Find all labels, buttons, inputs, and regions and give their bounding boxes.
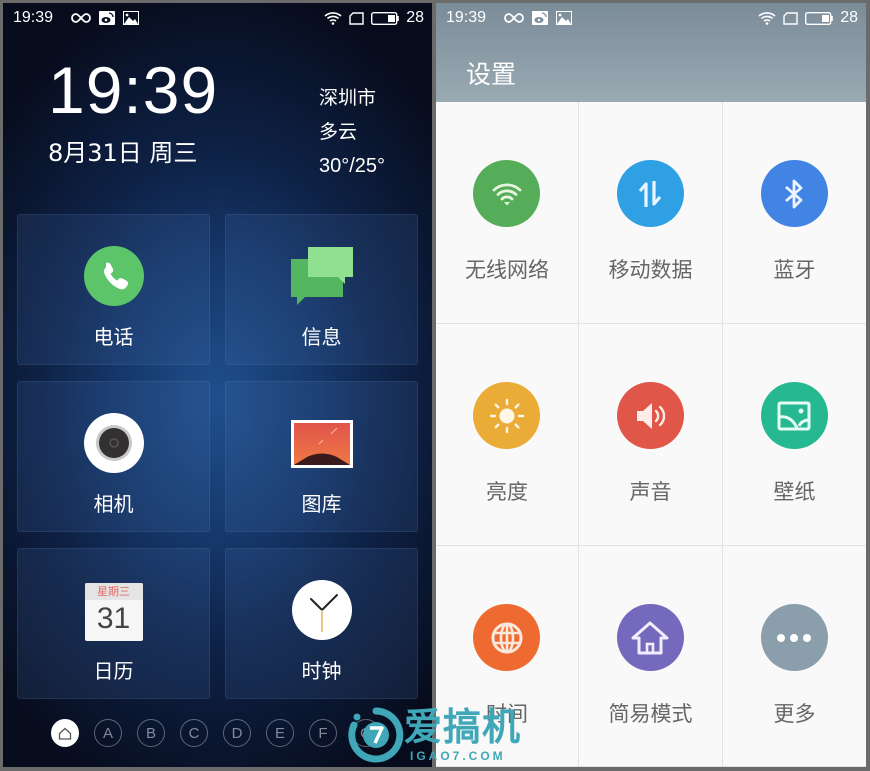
setting-label: 移动数据 bbox=[608, 258, 693, 282]
pager-page-e[interactable]: E bbox=[266, 719, 294, 747]
app-tile-gallery[interactable]: 图库 bbox=[225, 381, 418, 532]
app-label: 日历 bbox=[93, 659, 134, 683]
home-screen: 19:39 28 19:39 8月31日 周三 深圳市 多云 30°/25° 电… bbox=[3, 3, 432, 767]
message-icon bbox=[290, 245, 353, 307]
phone-icon bbox=[83, 245, 145, 307]
sound-icon bbox=[616, 382, 684, 449]
app-label: 时钟 bbox=[301, 659, 342, 683]
wifi-icon bbox=[758, 11, 776, 25]
battery-level: 28 bbox=[840, 9, 858, 26]
weather-city: 深圳市 bbox=[319, 87, 377, 109]
battery-level: 28 bbox=[406, 9, 424, 26]
setting-easy-mode[interactable]: 简易模式 bbox=[579, 546, 723, 767]
mobile-data-icon bbox=[616, 160, 684, 227]
wallpaper-icon bbox=[760, 382, 828, 449]
globe-icon bbox=[473, 604, 540, 671]
status-bar: 19:39 28 bbox=[436, 3, 866, 33]
home-icon bbox=[616, 604, 684, 671]
setting-more[interactable]: 更多 bbox=[723, 546, 866, 767]
infinity-icon bbox=[504, 12, 524, 24]
pager-page-b[interactable]: B bbox=[137, 719, 165, 747]
app-tile-clock[interactable]: 时钟 bbox=[225, 548, 418, 699]
pager-page-d[interactable]: D bbox=[223, 719, 251, 747]
infinity-icon bbox=[71, 12, 91, 24]
status-time: 19:39 bbox=[13, 9, 54, 26]
brightness-icon bbox=[473, 382, 540, 449]
pager-page-g[interactable]: G bbox=[352, 719, 380, 747]
sim-icon bbox=[783, 11, 798, 25]
clock-icon bbox=[291, 579, 353, 641]
app-tile-messages[interactable]: 信息 bbox=[225, 214, 418, 365]
battery-icon bbox=[371, 11, 400, 25]
settings-screen: 19:39 28 设置 无线网络 移动数据 蓝牙 亮度 声音 壁纸 时间 简易模… bbox=[436, 3, 866, 767]
settings-grid: 无线网络 移动数据 蓝牙 亮度 声音 壁纸 时间 简易模式 更多 bbox=[436, 102, 866, 767]
setting-sound[interactable]: 声音 bbox=[579, 324, 723, 546]
weather-widget[interactable]: 深圳市 多云 30°/25° bbox=[319, 81, 385, 183]
app-label: 相机 bbox=[93, 492, 134, 516]
setting-label: 声音 bbox=[629, 480, 672, 504]
wifi-icon bbox=[324, 11, 342, 25]
wifi-icon bbox=[473, 160, 540, 227]
setting-wallpaper[interactable]: 壁纸 bbox=[723, 324, 866, 546]
battery-icon bbox=[805, 11, 834, 25]
gallery-icon bbox=[290, 412, 353, 474]
app-label: 图库 bbox=[301, 492, 342, 516]
app-tile-calendar[interactable]: 星期三 31 日历 bbox=[17, 548, 210, 699]
calendar-day: 31 bbox=[96, 602, 131, 635]
page-indicator: A B C D E F G bbox=[51, 719, 380, 747]
setting-label: 更多 bbox=[773, 702, 816, 726]
sim-icon bbox=[349, 11, 364, 25]
setting-label: 蓝牙 bbox=[773, 258, 816, 282]
status-time: 19:39 bbox=[446, 9, 487, 26]
setting-mobile-data[interactable]: 移动数据 bbox=[579, 102, 723, 324]
home-icon bbox=[58, 727, 72, 740]
setting-label: 壁纸 bbox=[773, 480, 816, 504]
page-title: 设置 bbox=[466, 60, 517, 89]
setting-label: 无线网络 bbox=[465, 258, 549, 282]
setting-label: 时间 bbox=[486, 702, 528, 726]
clock-date: 8月31日 周三 bbox=[48, 139, 198, 167]
calendar-icon: 星期三 31 bbox=[84, 583, 143, 641]
bluetooth-icon bbox=[760, 160, 828, 227]
setting-wifi[interactable]: 无线网络 bbox=[436, 102, 579, 324]
app-label: 电话 bbox=[93, 325, 134, 349]
app-tile-camera[interactable]: 相机 bbox=[17, 381, 210, 532]
image-icon bbox=[123, 11, 140, 25]
setting-brightness[interactable]: 亮度 bbox=[436, 324, 579, 546]
clock-time[interactable]: 19:39 bbox=[48, 57, 218, 123]
weather-temperature: 30°/25° bbox=[319, 155, 386, 177]
pager-page-f[interactable]: F bbox=[309, 719, 337, 747]
weibo-icon bbox=[99, 11, 116, 25]
app-tile-phone[interactable]: 电话 bbox=[17, 214, 210, 365]
app-label: 信息 bbox=[301, 325, 342, 349]
status-bar: 19:39 28 bbox=[3, 3, 432, 33]
setting-time[interactable]: 时间 bbox=[436, 546, 579, 767]
calendar-weekday: 星期三 bbox=[84, 583, 143, 600]
pager-home[interactable] bbox=[51, 719, 79, 747]
pager-page-c[interactable]: C bbox=[180, 719, 208, 747]
setting-label: 简易模式 bbox=[608, 702, 693, 726]
pager-page-a[interactable]: A bbox=[94, 719, 122, 747]
weibo-icon bbox=[532, 11, 549, 25]
image-icon bbox=[556, 11, 573, 25]
more-icon bbox=[760, 604, 828, 671]
camera-icon bbox=[83, 412, 145, 474]
setting-bluetooth[interactable]: 蓝牙 bbox=[723, 102, 866, 324]
setting-label: 亮度 bbox=[486, 480, 528, 504]
weather-condition: 多云 bbox=[319, 121, 358, 143]
